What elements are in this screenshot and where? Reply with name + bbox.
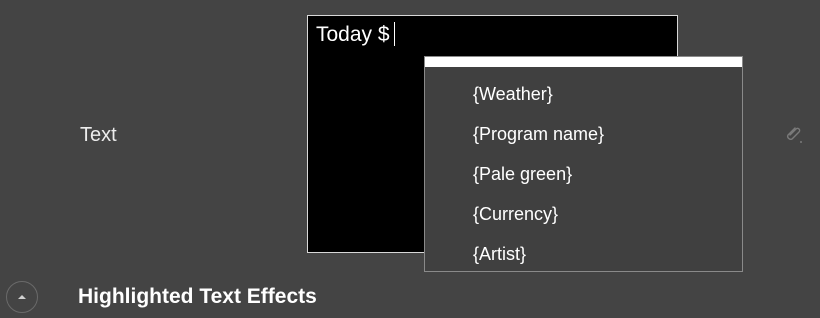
paperclip-icon[interactable]: [782, 124, 804, 146]
suggestion-artist[interactable]: {Artist}: [473, 245, 604, 285]
dropdown-highlight-strip: [425, 57, 742, 67]
text-caret: [393, 22, 395, 46]
section-title: Highlighted Text Effects: [78, 285, 317, 308]
paperclip-icon-graphic: [787, 127, 802, 143]
text-properties-panel: Text Today $ {Weather} {Program name} {P…: [0, 0, 820, 318]
suggestion-weather[interactable]: {Weather}: [473, 85, 604, 125]
suggestion-pale-green[interactable]: {Pale green}: [473, 165, 604, 205]
placeholder-suggestions-dropdown[interactable]: {Weather} {Program name} {Pale green} {C…: [424, 56, 743, 272]
text-input-content: Today $: [316, 23, 390, 46]
text-input-value: Today $: [316, 22, 395, 47]
chevron-up-icon: [18, 295, 26, 299]
suggestion-currency[interactable]: {Currency}: [473, 205, 604, 245]
highlighted-text-effects-header[interactable]: Highlighted Text Effects: [6, 280, 317, 314]
text-field-label: Text: [80, 124, 117, 146]
suggestion-program-name[interactable]: {Program name}: [473, 125, 604, 165]
suggestions-list: {Weather} {Program name} {Pale green} {C…: [473, 85, 604, 285]
collapse-toggle-button[interactable]: [6, 281, 38, 313]
